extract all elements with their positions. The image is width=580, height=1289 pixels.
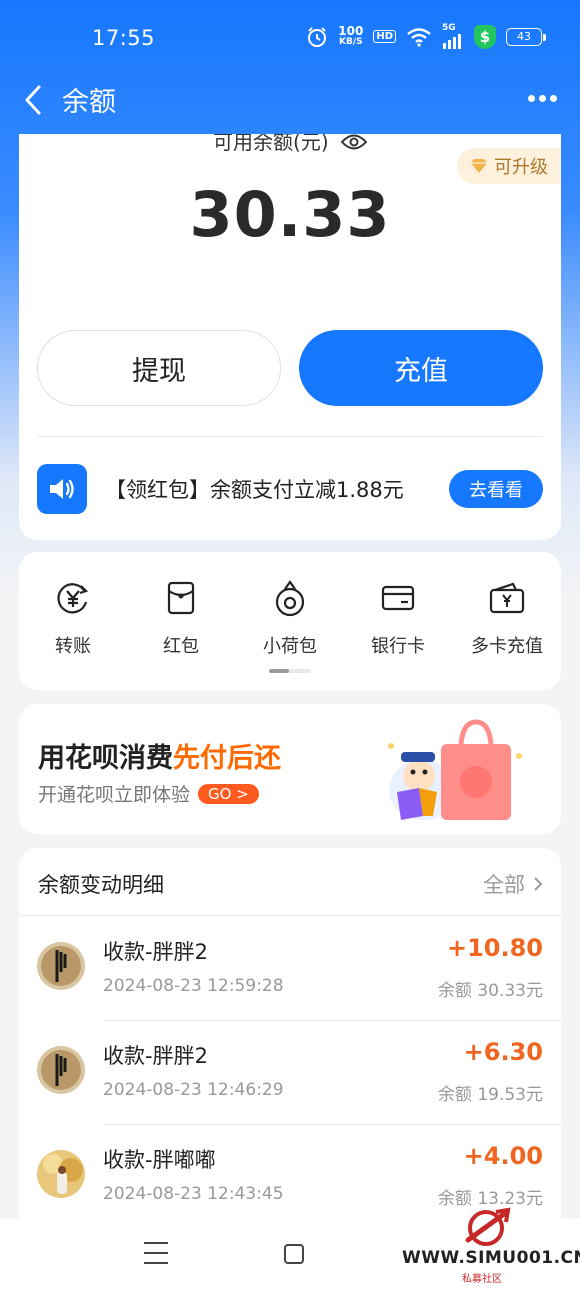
transaction-name: 收款-胖胖2 — [103, 1044, 208, 1068]
ad-title-main: 用花呗消费 — [38, 743, 173, 774]
app-header: 余额 — [0, 68, 580, 134]
more-dot — [527, 94, 535, 102]
avatar — [37, 1046, 85, 1094]
transactions-header: 余额变动明细 全部 — [19, 848, 561, 916]
transaction-row[interactable]: 收款-胖胖2 2024-08-23 12:59:28 +10.80 余额 30.… — [19, 916, 561, 1020]
promo-view-button[interactable]: 去看看 — [449, 470, 543, 508]
ad-subtitle-row: 开通花呗立即体验 GO > — [38, 780, 259, 807]
shopping-bag-illustration — [388, 719, 522, 820]
ad-title: 用花呗消费先付后还 — [38, 736, 281, 775]
transaction-balance: 余额 30.33元 — [437, 981, 543, 1001]
transaction-time: 2024-08-23 12:43:45 — [103, 1184, 284, 1204]
promo-banner[interactable]: 【领红包】余额支付立减1.88元 去看看 — [37, 464, 543, 514]
balance-amount: 30.33 — [189, 178, 391, 251]
watermark: WWW.SIMU001.CN 私募社区 — [400, 1204, 580, 1285]
avatar — [37, 942, 85, 990]
more-options-button[interactable] — [526, 86, 558, 110]
ad-title-highlight: 先付后还 — [173, 743, 281, 774]
balance-card: 可用余额(元) 可升级 30.33 提现 充值 【领红包】余额支付立减1.88元… — [19, 134, 561, 540]
security-shield-icon: $ — [474, 24, 496, 49]
huabei-ad-card[interactable]: 用花呗消费先付后还 开通花呗立即体验 GO > — [19, 704, 561, 834]
watermark-subtext: 私募社区 — [462, 1274, 502, 1285]
chevron-right-icon — [534, 877, 543, 891]
transaction-amount: +6.30 — [463, 1038, 543, 1066]
shortcut-label: 红包 — [163, 636, 199, 657]
transaction-amount: +4.00 — [463, 1142, 543, 1170]
wifi-icon — [406, 27, 432, 47]
more-dot — [538, 94, 546, 102]
signal-label: 5G — [442, 23, 456, 33]
scroll-indicator — [269, 669, 311, 673]
menu-icon[interactable] — [144, 1242, 168, 1264]
transaction-time: 2024-08-23 12:46:29 — [103, 1080, 284, 1100]
wallet-recharge-icon — [453, 578, 561, 618]
status-time: 17:55 — [92, 26, 156, 50]
withdraw-button[interactable]: 提现 — [37, 330, 281, 406]
eye-icon[interactable] — [340, 134, 368, 156]
watermark-text: WWW.SIMU001.CN — [402, 1248, 580, 1268]
ad-go-button[interactable]: GO > — [198, 784, 259, 804]
transactions-card: 余额变动明细 全部 收款-胖胖2 2024-08-23 12:59:28 +10… — [19, 848, 561, 1228]
transaction-amount: +10.80 — [446, 934, 543, 962]
chevron-left-icon — [25, 85, 41, 115]
avatar — [37, 1150, 85, 1198]
alarm-icon — [306, 26, 328, 48]
divider — [37, 436, 543, 437]
back-button[interactable] — [18, 82, 48, 118]
shortcut-red-packet[interactable]: 红包 — [127, 578, 235, 658]
shortcut-label: 银行卡 — [371, 636, 425, 657]
speaker-icon — [37, 464, 87, 514]
filter-label: 全部 — [483, 873, 525, 897]
upgrade-label: 可升级 — [494, 157, 548, 178]
network-speed: 100 KB/S — [338, 23, 364, 47]
transactions-filter-button[interactable]: 全部 — [483, 869, 543, 899]
shortcut-bank-card[interactable]: 银行卡 — [344, 578, 452, 658]
recharge-button[interactable]: 充值 — [299, 330, 543, 406]
hd-badge: HD — [373, 30, 396, 43]
shortcut-multi-card-recharge[interactable]: 多卡充值 — [453, 578, 561, 658]
balance-label: 可用余额(元) — [213, 134, 329, 154]
purse-icon — [236, 578, 344, 618]
transaction-time: 2024-08-23 12:59:28 — [103, 976, 284, 996]
status-bar: 17:55 100 KB/S HD 5G $ 43 — [0, 0, 580, 78]
more-dot — [549, 94, 557, 102]
transaction-balance: 余额 19.53元 — [437, 1085, 543, 1105]
transaction-row[interactable]: 收款-胖胖2 2024-08-23 12:46:29 +6.30 余额 19.5… — [19, 1020, 561, 1124]
shortcut-transfer[interactable]: 转账 — [19, 578, 127, 658]
shortcut-label: 多卡充值 — [471, 636, 543, 657]
watermark-logo-icon — [465, 1207, 511, 1246]
network-speed-value: 100 — [338, 23, 364, 38]
page-title: 余额 — [62, 87, 116, 118]
scroll-thumb — [269, 669, 289, 673]
shortcut-label: 转账 — [55, 636, 91, 657]
network-speed-unit: KB/S — [338, 36, 363, 47]
battery-level: 43 — [517, 30, 531, 43]
red-packet-icon — [127, 578, 235, 618]
diamond-icon — [471, 159, 487, 173]
ad-subtitle: 开通花呗立即体验 — [38, 784, 191, 806]
shortcut-purse[interactable]: 小荷包 — [236, 578, 344, 658]
yen-transfer-icon — [19, 578, 127, 618]
transaction-name: 收款-胖嘟嘟 — [103, 1148, 216, 1172]
home-button[interactable] — [284, 1244, 304, 1264]
promo-text: 【领红包】余额支付立减1.88元 — [105, 478, 404, 502]
battery-icon: 43 — [506, 27, 546, 46]
bank-card-icon — [344, 578, 452, 618]
shortcut-label: 小荷包 — [263, 636, 317, 657]
status-icons: 100 KB/S HD 5G $ 43 — [306, 23, 546, 49]
shortcuts-card: 转账 红包 小荷包 银行卡 多卡充值 — [19, 552, 561, 690]
cellular-signal-icon: 5G — [442, 24, 464, 49]
transactions-title: 余额变动明细 — [38, 873, 164, 897]
transaction-name: 收款-胖胖2 — [103, 940, 208, 964]
